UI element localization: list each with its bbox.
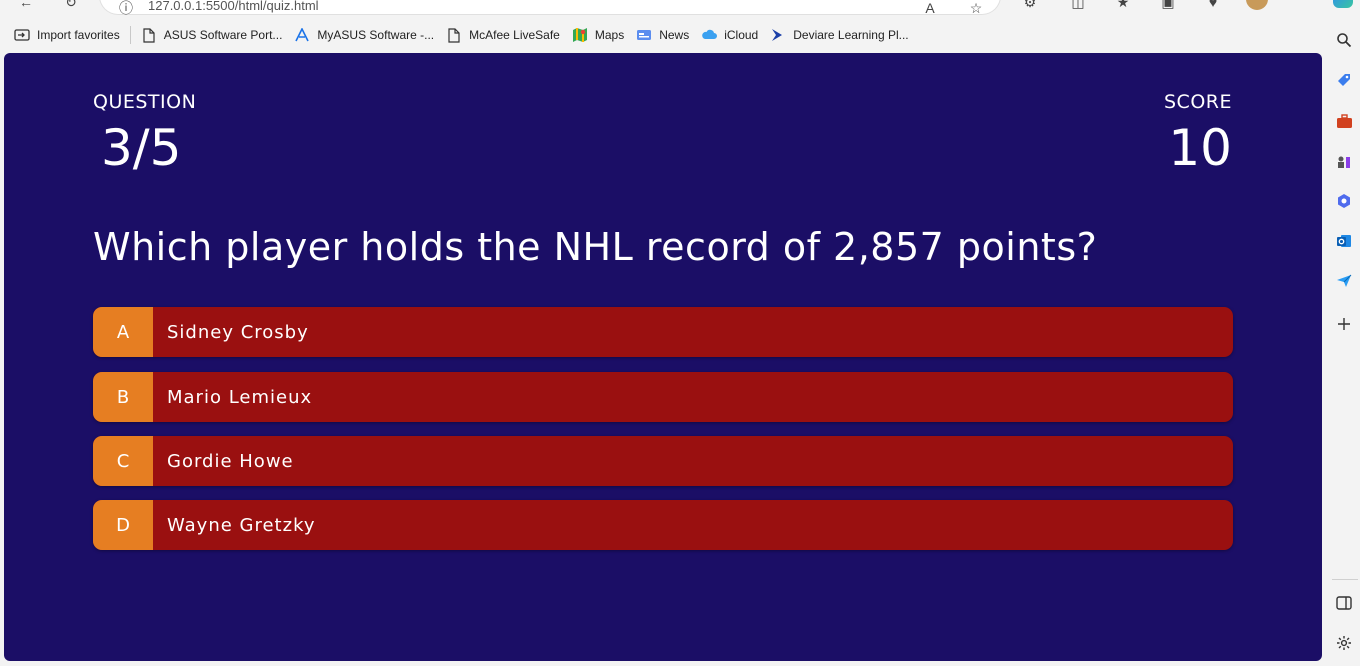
copilot-icon[interactable] [1333, 0, 1353, 8]
bookmark-myasus-software[interactable]: MyASUS Software -... [288, 22, 440, 48]
back-icon[interactable]: ← [18, 0, 34, 10]
bookmark-separator [129, 26, 131, 44]
browser-top-strip: ← ↻ 127.0.0.1:5500/html/quiz.html ⓘ A ☆ … [0, 0, 1360, 16]
quiz-page: QUESTION 3/5 SCORE 10 Which player holds… [4, 53, 1322, 661]
site-info-icon[interactable]: ⓘ [118, 0, 134, 16]
maps-icon [572, 27, 588, 43]
cloud-icon [701, 27, 718, 43]
browser-sidebar [1328, 16, 1360, 666]
choice-c[interactable]: C Gordie Howe [93, 436, 1233, 486]
search-icon[interactable] [1334, 30, 1354, 50]
question-label: QUESTION [93, 91, 197, 113]
bookmark-maps[interactable]: Maps [566, 22, 630, 48]
score-label: SCORE [1164, 91, 1232, 113]
choice-text: Mario Lemieux [167, 386, 313, 408]
collections-icon[interactable]: ▣ [1160, 0, 1176, 10]
browser-essentials-icon[interactable]: ♥ [1205, 0, 1221, 10]
choice-prefix: D [93, 500, 153, 550]
bookmark-deviare-learning[interactable]: Deviare Learning Pl... [764, 22, 914, 48]
question-progress: 3/5 [101, 119, 182, 177]
bookmark-label: MyASUS Software -... [317, 28, 435, 42]
favorite-star-icon[interactable]: ☆ [968, 0, 984, 16]
choice-b[interactable]: B Mario Lemieux [93, 372, 1233, 422]
bookmark-label: News [659, 28, 690, 42]
address-url[interactable]: 127.0.0.1:5500/html/quiz.html [148, 0, 319, 13]
choice-text: Wayne Gretzky [167, 514, 316, 536]
read-aloud-icon[interactable]: A [922, 0, 938, 16]
bookmark-asus-software-portal[interactable]: ASUS Software Port... [135, 22, 289, 48]
add-icon[interactable] [1334, 314, 1354, 334]
choice-text: Sidney Crosby [167, 321, 309, 343]
question-text: Which player holds the NHL record of 2,8… [93, 225, 1098, 269]
microsoft-365-icon[interactable] [1334, 191, 1354, 211]
split-screen-icon[interactable]: ◫ [1070, 0, 1086, 10]
sidebar-toggle-icon[interactable] [1334, 593, 1354, 613]
bookmark-import-favorites[interactable]: Import favorites [8, 22, 126, 48]
choice-prefix: A [93, 307, 153, 357]
bookmark-label: iCloud [724, 28, 759, 42]
page-icon [141, 27, 157, 43]
choice-d[interactable]: D Wayne Gretzky [93, 500, 1233, 550]
profile-avatar[interactable] [1246, 0, 1268, 10]
choice-prefix: C [93, 436, 153, 486]
bookmark-label: Deviare Learning Pl... [793, 28, 909, 42]
settings-gear-icon[interactable] [1334, 633, 1354, 653]
choice-text: Gordie Howe [167, 450, 294, 472]
send-drop-icon[interactable] [1334, 271, 1354, 291]
myasus-icon [294, 27, 310, 43]
favorites-icon[interactable]: ★ [1115, 0, 1131, 10]
address-bar[interactable]: 127.0.0.1:5500/html/quiz.html ⓘ A ☆ [100, 0, 1000, 16]
bookmarks-bar: Import favorites ASUS Software Port... M… [0, 20, 1322, 50]
page-icon [446, 27, 462, 43]
import-icon [14, 27, 30, 43]
deviare-icon [770, 27, 786, 43]
outlook-icon[interactable] [1334, 231, 1354, 251]
bookmark-label: ASUS Software Port... [163, 28, 283, 42]
bookmark-label: Import favorites [37, 28, 120, 42]
bookmark-label: McAfee LiveSafe [469, 28, 560, 42]
refresh-icon[interactable]: ↻ [63, 0, 79, 10]
games-chess-icon[interactable] [1334, 151, 1354, 171]
shopping-tag-icon[interactable] [1334, 71, 1354, 91]
score-value: 10 [1168, 119, 1232, 177]
tools-briefcase-icon[interactable] [1334, 111, 1354, 131]
bookmark-news[interactable]: News [630, 22, 695, 48]
choice-prefix: B [93, 372, 153, 422]
bookmark-icloud[interactable]: iCloud [695, 22, 764, 48]
choice-a[interactable]: A Sidney Crosby [93, 307, 1233, 357]
sidebar-divider [1332, 579, 1358, 580]
bookmark-mcafee-livesafe[interactable]: McAfee LiveSafe [440, 22, 566, 48]
news-icon [636, 27, 652, 43]
bookmark-label: Maps [594, 28, 625, 42]
extensions-icon[interactable]: ⚙ [1022, 0, 1038, 10]
